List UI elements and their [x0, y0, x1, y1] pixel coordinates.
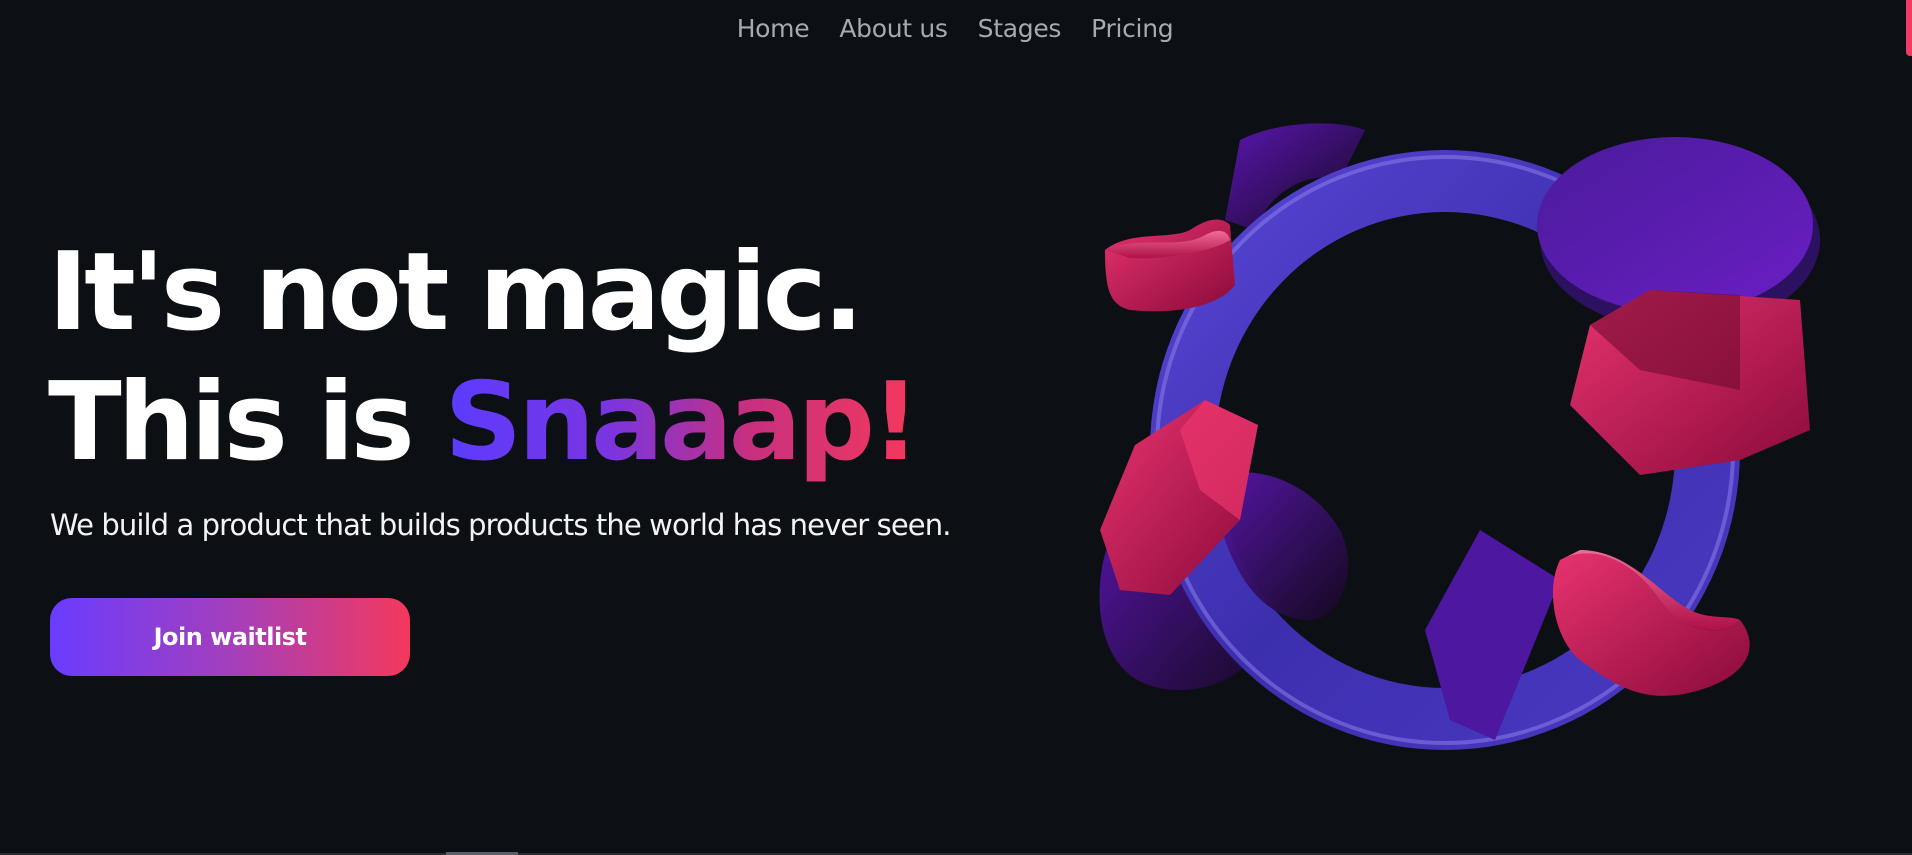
hero-subtitle: We build a product that builds products … [50, 508, 951, 542]
brand-name: Snaaap! [444, 360, 920, 485]
hero-line-2-prefix: This is [48, 360, 445, 485]
hero-title: It's not magic. This is Snaaap! [48, 228, 920, 488]
scroll-indicator[interactable] [1906, 0, 1912, 56]
hero-line-2: This is Snaaap! [48, 358, 920, 488]
nav-stages-link[interactable]: Stages [978, 14, 1062, 43]
nav-home-link[interactable]: Home [737, 14, 810, 43]
nav-pricing-link[interactable]: Pricing [1091, 14, 1173, 43]
nav-about-link[interactable]: About us [839, 14, 948, 43]
hero-line-1: It's not magic. [48, 230, 864, 355]
abstract-3d-ring-icon [1099, 123, 1820, 750]
top-nav: Home About us Stages Pricing [0, 14, 1912, 43]
join-waitlist-button[interactable]: Join waitlist [50, 598, 410, 676]
landing-page: Home About us Stages Pricing It's not ma… [0, 0, 1912, 855]
